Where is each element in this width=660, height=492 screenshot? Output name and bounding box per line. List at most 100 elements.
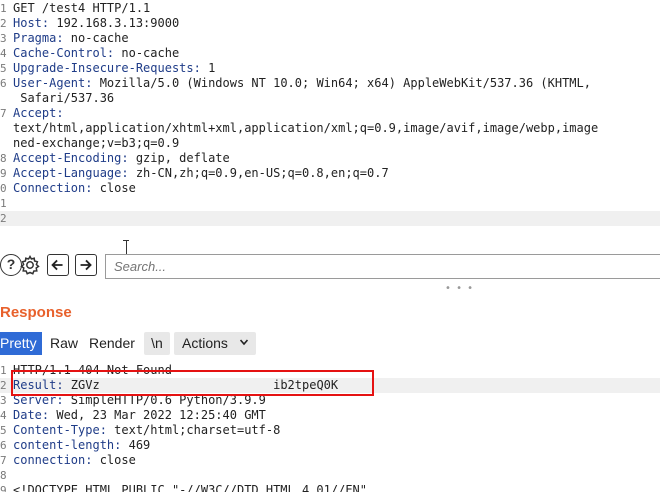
line-number: 9 xyxy=(0,484,7,492)
line-number: 8 xyxy=(0,469,7,482)
line-content: Date: Wed, 23 Mar 2022 12:25:40 GMT xyxy=(13,408,266,423)
header-key: Date: xyxy=(13,408,50,422)
editor-line: 0 Connection: close xyxy=(0,181,660,196)
editor-line: 2 xyxy=(0,211,660,226)
actions-label: Actions xyxy=(182,335,228,351)
header-key: Accept-Encoding: xyxy=(13,151,129,165)
header-value: Mozilla/5.0 (Windows NT 10.0; Win64; x64… xyxy=(92,76,591,90)
header-key: content-length: xyxy=(13,438,122,452)
editor-line: 7 connection: close xyxy=(0,453,660,468)
highlight-box xyxy=(11,370,374,396)
tab-pretty[interactable]: Pretty xyxy=(0,332,42,355)
header-key: Upgrade-Insecure-Requests: xyxy=(13,61,201,75)
line-content: <!DOCTYPE HTML PUBLIC "-//W3C//DTD HTML … xyxy=(13,483,367,492)
header-value: 1 xyxy=(200,61,216,75)
editor-line: Safari/537.36 xyxy=(0,91,660,106)
line-content: Accept: xyxy=(13,106,64,121)
search-input[interactable] xyxy=(105,254,660,279)
show-newlines-toggle[interactable]: \n xyxy=(144,332,170,355)
editor-line: ned-exchange;v=b3;q=0.9 xyxy=(0,136,660,151)
line-content: GET /test4 HTTP/1.1 xyxy=(13,1,150,16)
previous-match-arrow-icon[interactable] xyxy=(47,254,69,276)
line-number: 2 xyxy=(0,379,7,392)
line-content: content-length: 469 xyxy=(13,438,150,453)
editor-line: 8 Accept-Encoding: gzip, deflate xyxy=(0,151,660,166)
editor-line: 1 xyxy=(0,196,660,211)
splitter-grip-icon[interactable]: • • • xyxy=(445,283,474,294)
header-key: Connection: xyxy=(13,181,93,195)
header-key: Accept: xyxy=(13,106,64,120)
header-value: Safari/537.36 xyxy=(13,91,115,105)
line-number: 0 xyxy=(0,182,7,195)
line-number: 5 xyxy=(0,424,7,437)
editor-line: 4 Cache-Control: no-cache xyxy=(0,46,660,61)
header-value: close xyxy=(92,181,136,195)
header-value: no-cache xyxy=(114,46,180,60)
tab-raw[interactable]: Raw xyxy=(50,332,78,355)
line-content: Accept-Language: zh-CN,zh;q=0.9,en-US;q=… xyxy=(13,166,389,181)
line-number: 3 xyxy=(0,32,7,45)
line-content: Pragma: no-cache xyxy=(13,31,129,46)
header-key: Accept-Language: xyxy=(13,166,129,180)
response-panel-title: Response xyxy=(0,304,72,321)
line-number: 9 xyxy=(0,167,7,180)
line-number: 7 xyxy=(0,107,7,120)
line-number: 1 xyxy=(0,364,7,377)
line-content: Safari/537.36 xyxy=(13,91,114,106)
line-number: 2 xyxy=(0,212,7,225)
chevron-down-icon xyxy=(240,339,248,346)
tab-render[interactable]: Render xyxy=(89,332,135,355)
header-value: zh-CN,zh;q=0.9,en-US;q=0.8,en;q=0.7 xyxy=(128,166,389,180)
header-value: gzip, deflate xyxy=(128,151,230,165)
line-content: text/html,application/xhtml+xml,applicat… xyxy=(13,121,598,136)
header-value: text/html,application/xhtml+xml,applicat… xyxy=(13,121,599,135)
line-number: 5 xyxy=(0,62,7,75)
next-match-arrow-icon[interactable] xyxy=(75,254,97,276)
header-value: no-cache xyxy=(63,31,129,45)
editor-line: text/html,application/xhtml+xml,applicat… xyxy=(0,121,660,136)
header-value: ned-exchange;v=b3;q=0.9 xyxy=(13,136,180,150)
header-value: GET /test4 HTTP/1.1 xyxy=(13,1,151,15)
line-content: Connection: close xyxy=(13,181,136,196)
header-key: Content-Type: xyxy=(13,423,107,437)
header-value: <!DOCTYPE HTML PUBLIC "-//W3C//DTD HTML … xyxy=(13,483,368,492)
header-key: Cache-Control: xyxy=(13,46,115,60)
line-content: Cache-Control: no-cache xyxy=(13,46,179,61)
editor-line: 5 Content-Type: text/html;charset=utf-8 xyxy=(0,423,660,438)
line-content: Accept-Encoding: gzip, deflate xyxy=(13,151,230,166)
line-number: 2 xyxy=(0,17,7,30)
header-key: connection: xyxy=(13,453,93,467)
line-content: connection: close xyxy=(13,453,136,468)
editor-line: 1 GET /test4 HTTP/1.1 xyxy=(0,1,660,16)
line-number: 3 xyxy=(0,394,7,407)
line-content: Content-Type: text/html;charset=utf-8 xyxy=(13,423,280,438)
header-value: Wed, 23 Mar 2022 12:25:40 GMT xyxy=(49,408,266,422)
settings-gear-icon[interactable] xyxy=(19,254,41,276)
line-number: 6 xyxy=(0,77,7,90)
request-editor[interactable]: 1 GET /test4 HTTP/1.1 2 Host: 192.168.3.13:… xyxy=(0,0,660,250)
line-content: ned-exchange;v=b3;q=0.9 xyxy=(13,136,179,151)
editor-line: 4 Date: Wed, 23 Mar 2022 12:25:40 GMT xyxy=(0,408,660,423)
header-key: Host: xyxy=(13,16,50,30)
editor-line: 3 Pragma: no-cache xyxy=(0,31,660,46)
editor-line: 9 Accept-Language: zh-CN,zh;q=0.9,en-US;q… xyxy=(0,166,660,181)
line-number: 6 xyxy=(0,439,7,452)
header-value: 469 xyxy=(121,438,151,452)
line-number: 1 xyxy=(0,2,7,15)
editor-line: 7 Accept: xyxy=(0,106,660,121)
editor-line: 2 Host: 192.168.3.13:9000 xyxy=(0,16,660,31)
header-key: Pragma: xyxy=(13,31,64,45)
line-content: Host: 192.168.3.13:9000 xyxy=(13,16,179,31)
line-number: 8 xyxy=(0,152,7,165)
actions-dropdown[interactable]: Actions xyxy=(174,332,256,355)
editor-line: 9 <!DOCTYPE HTML PUBLIC "-//W3C//DTD HTML… xyxy=(0,483,660,492)
editor-line: 8 xyxy=(0,468,660,483)
line-content: Upgrade-Insecure-Requests: 1 xyxy=(13,61,215,76)
line-number: 1 xyxy=(0,197,7,210)
header-value: 192.168.3.13:9000 xyxy=(49,16,180,30)
line-number: 7 xyxy=(0,454,7,467)
line-number: 4 xyxy=(0,47,7,60)
header-key: User-Agent: xyxy=(13,76,93,90)
line-number: 4 xyxy=(0,409,7,422)
editor-line: 5 Upgrade-Insecure-Requests: 1 xyxy=(0,61,660,76)
